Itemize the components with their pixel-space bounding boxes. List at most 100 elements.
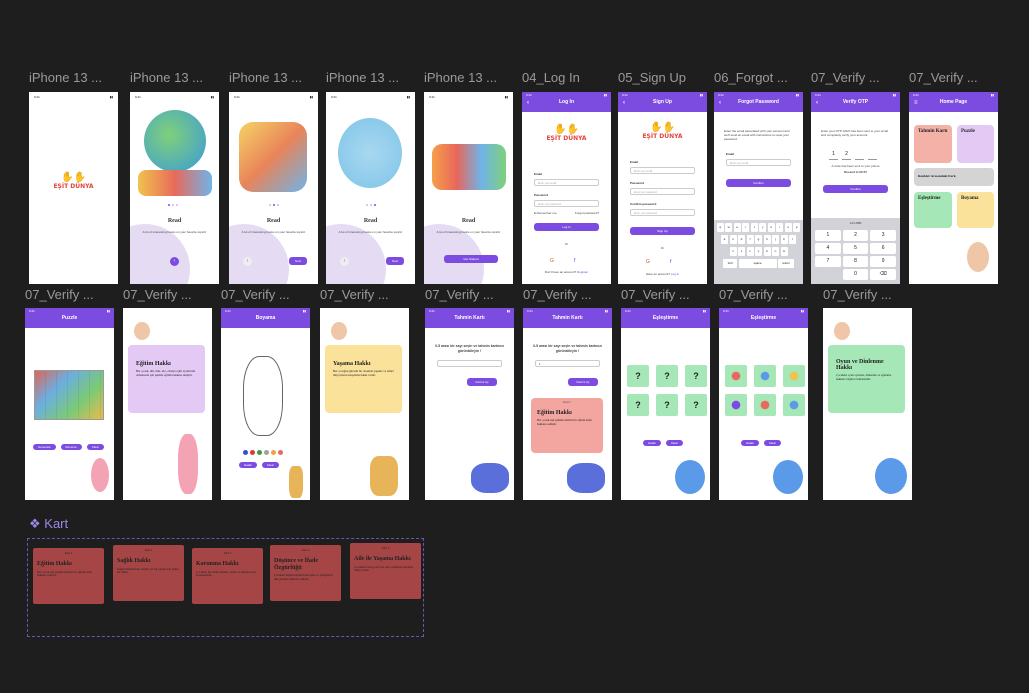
memory-card[interactable]: ? <box>656 365 678 387</box>
otp-digit[interactable] <box>855 151 864 160</box>
return-key[interactable]: return <box>778 259 794 268</box>
generate-button[interactable]: Generate <box>33 444 56 450</box>
frame-label[interactable]: 07_Verify ... <box>719 287 809 302</box>
kart-component-set[interactable]: Kart 1 Eğitim Hakkı Her çocuk eşit şekilde… <box>27 538 424 637</box>
puzzle-board[interactable] <box>34 370 104 420</box>
otp-inputs[interactable]: 1 2 <box>829 151 877 160</box>
keyboard-key[interactable]: a <box>721 235 728 244</box>
frame-label[interactable]: 07_Verify ... <box>909 70 999 85</box>
forgot-password-link[interactable]: Forgot password? <box>575 211 599 216</box>
keyboard-key[interactable]: s <box>729 235 737 244</box>
frame-label[interactable]: iPhone 13 ... <box>29 70 119 85</box>
memory-grid[interactable]: ? ? ? ? ? ? <box>627 365 707 416</box>
boyama-frame[interactable]: 9:41 ▮▮ Boyama Hatalı Clear <box>221 308 310 500</box>
numpad[interactable]: 1 2 3 4 5 6 7 8 9 0 ⌫ <box>811 218 900 284</box>
splash-frame[interactable]: 9:41 ▮▮ ✋✋ EŞİT DÜNYA <box>29 92 118 284</box>
password-field[interactable]: Enter your password <box>534 200 599 207</box>
google-icon[interactable]: G <box>550 258 554 265</box>
number-input[interactable] <box>437 360 502 367</box>
resend-timer[interactable]: Resend in 00:57 <box>811 170 900 175</box>
hatali-button[interactable]: Hatalı <box>643 440 661 446</box>
frame-label[interactable]: 07_Verify ... <box>823 287 913 302</box>
keyboard-key[interactable]: j <box>772 235 779 244</box>
keyboard-key[interactable]: e <box>733 223 741 232</box>
kart-card[interactable]: Kart 5 Aile ile Yaşama Hakkı Çocukların se… <box>350 543 421 599</box>
otp-digit[interactable]: 1 <box>829 151 838 160</box>
keyboard-key[interactable]: q <box>716 223 724 232</box>
frame-label[interactable]: iPhone 13 ... <box>326 70 416 85</box>
email-field[interactable]: Enter your email <box>726 159 791 166</box>
frame-label[interactable]: 07_Verify ... <box>320 287 410 302</box>
frame-label[interactable]: iPhone 13 ... <box>130 70 220 85</box>
clear-button[interactable]: Clear <box>665 440 684 446</box>
keyboard-key[interactable]: b <box>763 247 771 256</box>
confirm-button[interactable]: Confirm <box>726 179 791 187</box>
keyboard-key[interactable]: x <box>738 247 745 256</box>
next-button[interactable]: Next <box>386 257 404 265</box>
eslestirme-frame[interactable]: 9:41 ▮▮ Eşleştirme ? ? ? ? ? ? Hatalı Clea… <box>621 308 710 500</box>
frame-label[interactable]: 07_Verify ... <box>523 287 613 302</box>
password-field[interactable]: Enter your password <box>630 188 695 195</box>
clear-button[interactable]: Clear <box>261 462 280 468</box>
next-button[interactable]: Next <box>289 257 307 265</box>
numpad-key[interactable]: 8 <box>842 256 869 267</box>
back-icon[interactable]: ‹ <box>527 100 529 106</box>
keyboard[interactable]: qwertyuiop asdfghjkl zxcvbnm 123 space ret… <box>714 220 803 284</box>
keyboard-key[interactable]: f <box>746 235 754 244</box>
numpad-key[interactable]: 5 <box>842 243 869 254</box>
frame-label[interactable]: 07_Verify ... <box>621 287 711 302</box>
memory-card[interactable]: ? <box>627 365 649 387</box>
back-arrow-button[interactable]: ‹ <box>340 257 349 266</box>
keyboard-key[interactable]: h <box>763 235 771 244</box>
numpad-key[interactable]: 6 <box>870 243 896 254</box>
numpad-key[interactable]: 7 <box>815 256 841 267</box>
register-link[interactable]: Register <box>577 270 588 274</box>
frame-label[interactable]: 07_Verify ... <box>25 287 115 302</box>
back-icon[interactable]: ‹ <box>623 100 625 106</box>
onboarding-1-frame[interactable]: 9:41 ▮▮ Read A lot of interesting books o… <box>130 92 219 284</box>
tile-tahmin[interactable]: Tahmin Kartı <box>914 125 952 163</box>
keyboard-key[interactable]: l <box>789 235 796 244</box>
login-button[interactable]: Log In <box>534 223 599 231</box>
space-key[interactable]: space <box>738 259 777 268</box>
memory-card[interactable]: ? <box>656 394 678 416</box>
frame-label[interactable]: 07_Verify ... <box>425 287 515 302</box>
memory-card-revealed[interactable] <box>725 365 747 387</box>
memory-card-revealed[interactable] <box>725 394 747 416</box>
numpad-key[interactable]: 9 <box>870 256 896 267</box>
get-started-button[interactable]: Get Started <box>444 255 498 263</box>
num-key[interactable]: 123 <box>723 259 737 268</box>
keyboard-key[interactable]: v <box>755 247 762 256</box>
facebook-icon[interactable]: f <box>670 259 671 266</box>
tile-puzzle[interactable]: Puzzle <box>957 125 994 163</box>
frame-label[interactable]: 05_Sign Up <box>618 70 708 85</box>
hatali-button[interactable]: Hatalı <box>239 462 257 468</box>
keyboard-key[interactable]: n <box>772 247 779 256</box>
hatali-button[interactable]: Hatalı <box>741 440 759 446</box>
memory-grid[interactable] <box>725 365 805 416</box>
confirm-password-field[interactable]: Enter your password <box>630 209 695 216</box>
open-card-button[interactable]: Kartını Aç <box>467 378 497 386</box>
email-field[interactable]: Enter your email <box>534 179 599 186</box>
kart-card[interactable]: Kart 4 Düşünce ve İfade Özgürlüğü Çocuklar… <box>270 545 341 601</box>
signup-frame[interactable]: 9:41 ▮▮ ‹ Sign Up ✋✋ EŞİT DÜNYA Email Enter … <box>618 92 707 284</box>
tahmin-frame[interactable]: 9:41 ▮▮ Tahmin Kartı 0-5 arası bir sayı se… <box>425 308 514 500</box>
numpad-key[interactable]: 0 <box>842 269 869 280</box>
keyboard-key[interactable]: g <box>755 235 762 244</box>
keyboard-key[interactable]: w <box>725 223 733 232</box>
email-field[interactable]: Enter your email <box>630 167 695 174</box>
login-frame[interactable]: 9:41 ▮▮ ‹ Log In ✋✋ EŞİT DÜNYA Email Enter y… <box>522 92 611 284</box>
frame-label[interactable]: 07_Verify ... <box>221 287 311 302</box>
signup-button[interactable]: Sign Up <box>630 227 695 235</box>
clear-button[interactable]: Clear <box>86 444 104 450</box>
remember-checkbox[interactable]: ■ Remember me <box>534 211 557 216</box>
tile-eslestirme[interactable]: Eşleştirme <box>914 192 952 228</box>
eslestirme-revealed-frame[interactable]: 9:41 ▮▮ Eşleştirme Hatalı Clear <box>719 308 808 500</box>
egitim-frame[interactable]: Eğitim Hakkı Her çocuk, dili, dini, ırkı,… <box>123 308 212 500</box>
otp-digit[interactable] <box>868 151 877 160</box>
home-frame[interactable]: 9:41 ▮▮ ≡ Home Page Tahmin Kartı Puzzle Ren… <box>909 92 998 284</box>
keyboard-key[interactable]: r <box>742 223 750 232</box>
frame-label[interactable]: iPhone 13 ... <box>424 70 514 85</box>
keyboard-key[interactable]: t <box>750 223 758 232</box>
next-arrow-button[interactable]: › <box>170 257 179 266</box>
